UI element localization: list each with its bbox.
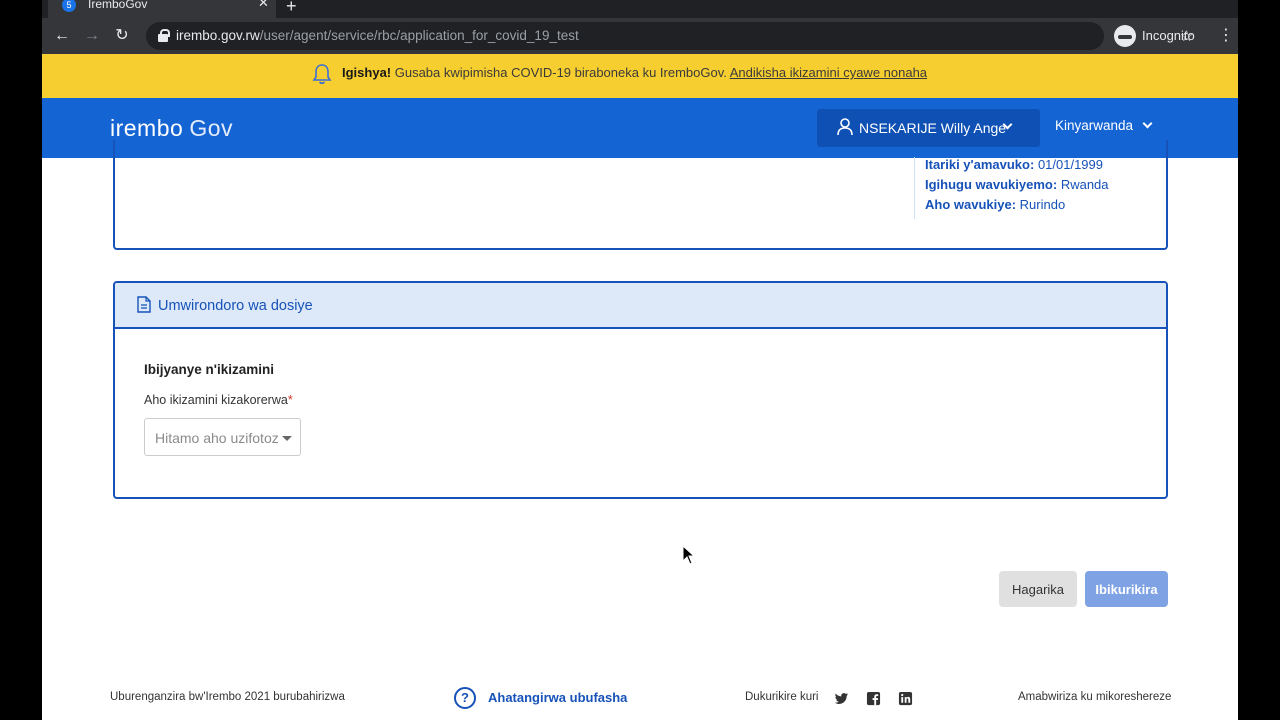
url-text: irembo.gov.rw/user/agent/service/rbc/app… (176, 28, 579, 43)
linkedin-icon[interactable] (898, 691, 913, 706)
document-icon (137, 296, 151, 313)
application-details-card: Umwirondoro wa dosiye Ibijyanye n'ikizam… (113, 281, 1168, 499)
birth-date-row: Itariki y'amavuko: 01/01/1999 (925, 157, 1104, 172)
select-placeholder: Hitamo aho uzifotoza (155, 430, 279, 446)
browser-window: 5 IremboGov ✕ + ← → ↻ irembo.gov.rw/user… (42, 0, 1238, 720)
incognito-profile[interactable]: Incognito (1114, 23, 1214, 49)
new-tab-icon[interactable]: + (286, 0, 297, 17)
cancel-button[interactable]: Hagarika (999, 571, 1077, 607)
incognito-icon (1114, 25, 1136, 47)
tab-title: IremboGov (88, 0, 148, 11)
birth-place-row: Aho wavukiye: Rurindo (925, 197, 1066, 212)
follow-us-label: Dukurikire kuri (745, 691, 819, 703)
required-mark: * (287, 393, 293, 407)
language-selector[interactable]: Kinyarwanda (1055, 118, 1133, 133)
help-label: Ahatangirwa ubufasha (488, 690, 628, 705)
user-name: NSEKARIJE Willy Ange (859, 120, 1007, 136)
incognito-label: Incognito (1142, 28, 1195, 43)
irembo-logo[interactable]: irembo Gov (110, 115, 233, 142)
browser-tab[interactable]: 5 IremboGov ✕ (48, 0, 276, 18)
address-bar[interactable]: irembo.gov.rw/user/agent/service/rbc/app… (146, 22, 1193, 50)
mouse-cursor-icon (682, 545, 696, 565)
forward-icon[interactable]: → (81, 25, 103, 47)
card-title: Umwirondoro wa dosiye (158, 298, 313, 314)
bell-icon (312, 64, 332, 85)
back-icon[interactable]: ← (51, 25, 73, 47)
twitter-icon[interactable] (834, 691, 849, 706)
birth-country-row: Igihugu wavukiyemo: Rwanda (925, 177, 1109, 192)
terms-of-use-link[interactable]: Amabwiriza ku mikoreshereze (1018, 691, 1171, 703)
language-label: Kinyarwanda (1055, 118, 1134, 133)
card-header: Umwirondoro wa dosiye (115, 283, 1166, 329)
tab-close-icon[interactable]: ✕ (258, 0, 269, 11)
browser-toolbar: ← → ↻ irembo.gov.rw/user/agent/service/r… (42, 18, 1238, 54)
announcement-banner: Igishya! Gusaba kwipimisha COVID-19 bira… (42, 54, 1238, 98)
facebook-icon[interactable] (866, 691, 881, 706)
caret-down-icon (282, 436, 292, 441)
chevron-down-icon[interactable] (1142, 118, 1153, 129)
tab-strip: 5 IremboGov ✕ + (42, 0, 1238, 18)
browser-menu-icon[interactable]: ⋮ (1218, 25, 1234, 47)
next-button[interactable]: Ibikurikira (1085, 571, 1168, 607)
favicon-icon: 5 (62, 0, 76, 12)
question-icon: ? (454, 687, 476, 709)
banner-message: Igishya! Gusaba kwipimisha COVID-19 bira… (342, 65, 928, 80)
banner-link[interactable]: Andikisha ikizamini cyawe nonaha (730, 65, 927, 80)
section-title: Ibijyanye n'ikizamini (144, 362, 275, 377)
test-location-select[interactable]: Hitamo aho uzifotoza (144, 418, 301, 456)
user-icon (837, 118, 853, 136)
reload-icon[interactable]: ↻ (111, 25, 133, 47)
test-location-label: Aho ikizamini kizakorerwa* (144, 393, 293, 407)
footer-copyright: Uburenganzira bw'Irembo 2021 burubahiriz… (110, 691, 345, 703)
lock-icon (158, 29, 170, 42)
applicant-details: Itariki y'amavuko: 01/01/1999 Igihugu wa… (914, 157, 1109, 219)
